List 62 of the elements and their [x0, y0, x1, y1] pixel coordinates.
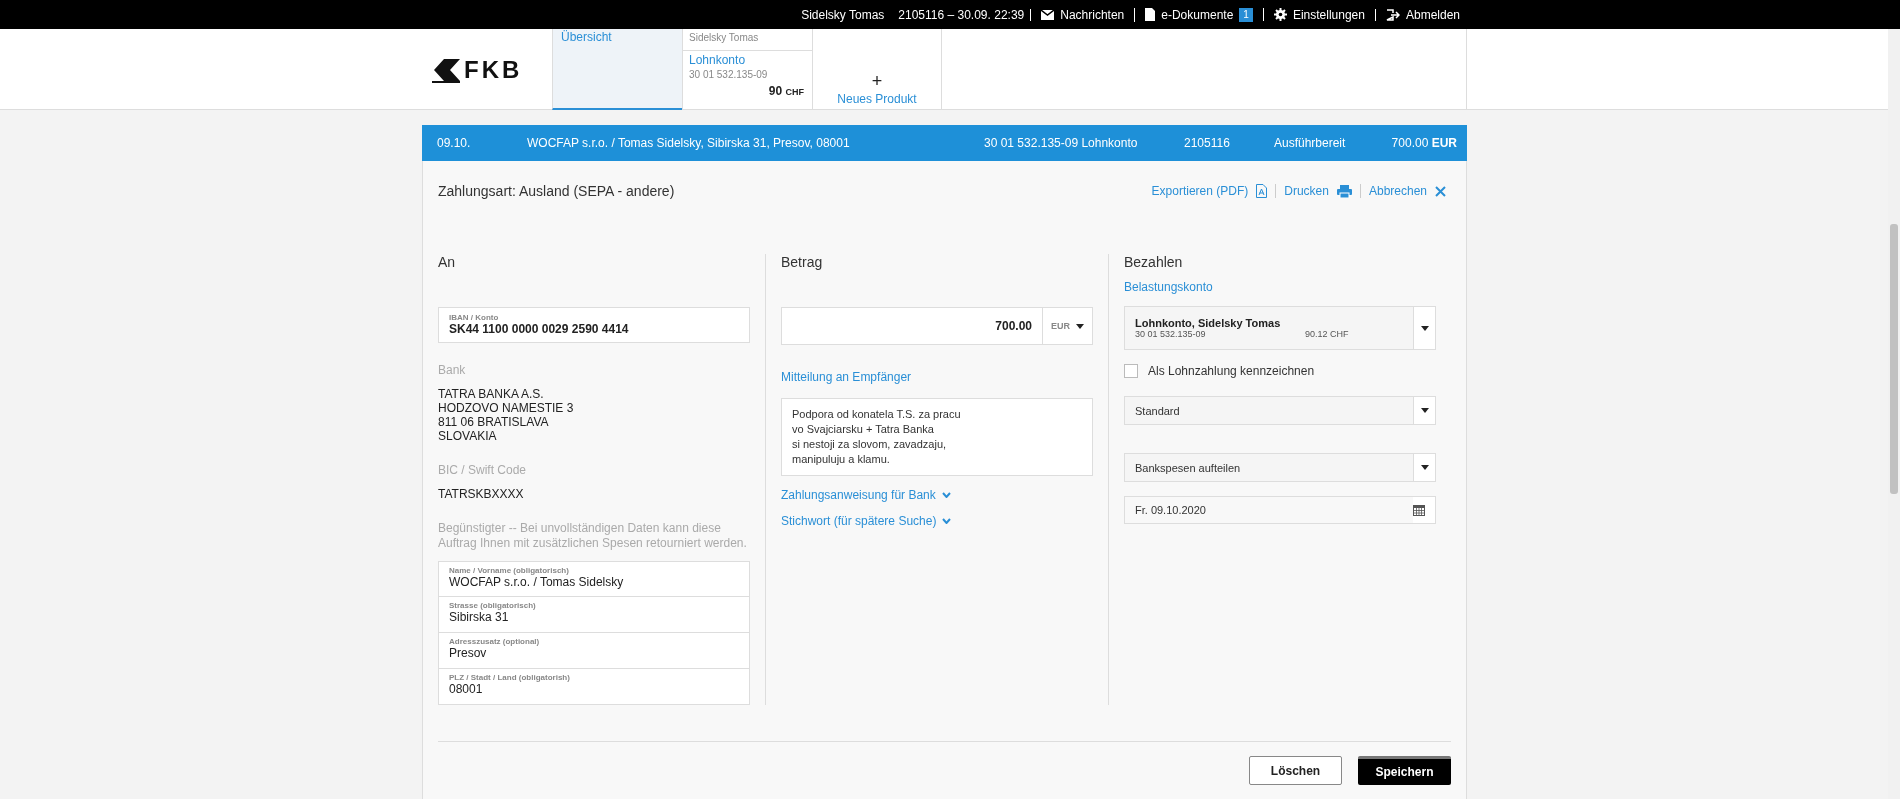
caret-icon — [1420, 465, 1429, 470]
message-field[interactable]: Podpora od konatela T.S. za pracu vo Svajciarsku + Tatra Banka si nestoji za slovom, zavadzaju, manipuluju a klamu. — [781, 398, 1093, 476]
address-field[interactable]: Name / Vorname (obligatorisch) WOCFAP s.r.o. / Tomas Sidelsky — [438, 561, 750, 597]
document-icon — [1145, 8, 1156, 21]
topbar-link[interactable]: Abmelden — [1374, 8, 1470, 21]
date-text: 09.10. — [437, 136, 472, 150]
address-field[interactable]: PLZ / Stadt / Land (obligatorish) 08001 — [438, 669, 750, 705]
account-name: Lohnkonto — [688, 52, 747, 67]
field-label: Belastungskonto — [1124, 280, 1214, 294]
caret-icon — [1420, 325, 1429, 331]
date-field[interactable]: Fr. 09.10.2020 — [1124, 496, 1436, 524]
printer-icon — [1336, 184, 1352, 198]
checkbox-label: Als Lohnzahlung kennzeichnen — [1148, 364, 1315, 378]
reference-text: 2105116 — [1184, 136, 1231, 150]
dropdown[interactable]: Bankspesen aufteilen — [1124, 453, 1436, 482]
amount-text: 700.00 EUR — [1390, 136, 1457, 150]
section-title: Bezahlen — [1124, 254, 1184, 272]
pdf-icon — [1256, 184, 1268, 198]
settings-icon — [1273, 8, 1287, 21]
section-title: An — [438, 254, 457, 272]
account-text: 30 01 532.135-09 Lohnkonto — [984, 136, 1139, 150]
logo-icon — [432, 56, 460, 83]
section-title: Betrag — [781, 254, 824, 272]
caret-icon — [1420, 408, 1429, 413]
logout-icon — [1385, 8, 1400, 21]
account-owner: Sidelsky Tomas — [683, 29, 812, 51]
field-label: BIC / Swift Code — [438, 463, 528, 477]
save-button[interactable]: Speichern — [1358, 756, 1451, 785]
account-tab[interactable]: Sidelsky Tomas Lohnkonto 30 01 532.135-09 90 CHF — [682, 29, 812, 110]
topbar-link[interactable]: e-Dokumente 1 — [1134, 7, 1263, 22]
account-balance: 90 CHF — [767, 83, 805, 98]
chevron-icon — [942, 518, 952, 524]
payment-type-title: Zahlungsart: Ausland (SEPA - andere) — [438, 183, 675, 199]
close-icon — [1435, 185, 1446, 197]
iban-field[interactable]: IBAN / Konto SK44 1100 0000 0029 2590 4414 — [438, 307, 750, 343]
delete-button[interactable]: Löschen — [1249, 756, 1342, 785]
account-select[interactable]: Lohnkonto, Sidelsky Tomas 30 01 532.135-09 90.12 CHF — [1124, 306, 1436, 350]
topbar-link[interactable]: Einstellungen — [1262, 8, 1375, 21]
scrollbar-thumb[interactable] — [1890, 224, 1898, 494]
hint-text: Begünstigter -- Bei unvollständigen Daten kann diese Auftrag Ihnen mit zusätzlichen Spesen retourniert werden. — [438, 521, 748, 551]
bic-code: TATRSKBXXXX — [438, 487, 525, 501]
user-name: Sidelsky Tomas — [801, 7, 885, 22]
session-info: 2105116 – 30.09. 22:39 — [898, 7, 1025, 22]
calendar-icon — [1413, 504, 1425, 516]
count-badge: 1 — [1239, 7, 1253, 22]
dropdown[interactable]: Standard — [1124, 396, 1436, 425]
logo-text: FKB — [464, 55, 523, 84]
account-number: 30 01 532.135-09 — [688, 68, 769, 80]
status-text: Ausführbereit — [1274, 136, 1347, 150]
topbar-link[interactable]: Nachrichten — [1030, 8, 1135, 21]
bank-address: TATRA BANKA A.S. HODZOVO NAMESTIE 3 811 06 BRATISLAVA SLOVAKIA — [438, 387, 575, 443]
chevron-icon — [941, 492, 951, 498]
new-product-tab[interactable]: + Neues Produkt — [812, 29, 942, 110]
address-field[interactable]: Adresszusatz (optional) Presov — [438, 633, 750, 669]
plus-icon: + — [871, 71, 883, 92]
new-product-label: Neues Produkt — [837, 92, 917, 106]
recipient-text: WOCFAP s.r.o. / Tomas Sidelsky, Sibirska 31, Presov, 08001 — [527, 136, 851, 150]
envelope-icon — [1041, 9, 1055, 20]
address-field[interactable]: Strasse (obligatorisch) Sibirska 31 — [438, 597, 750, 633]
checkbox[interactable] — [1124, 364, 1138, 378]
field-label: Bank — [438, 363, 467, 377]
field-label: Mitteilung an Empfänger — [781, 370, 913, 384]
